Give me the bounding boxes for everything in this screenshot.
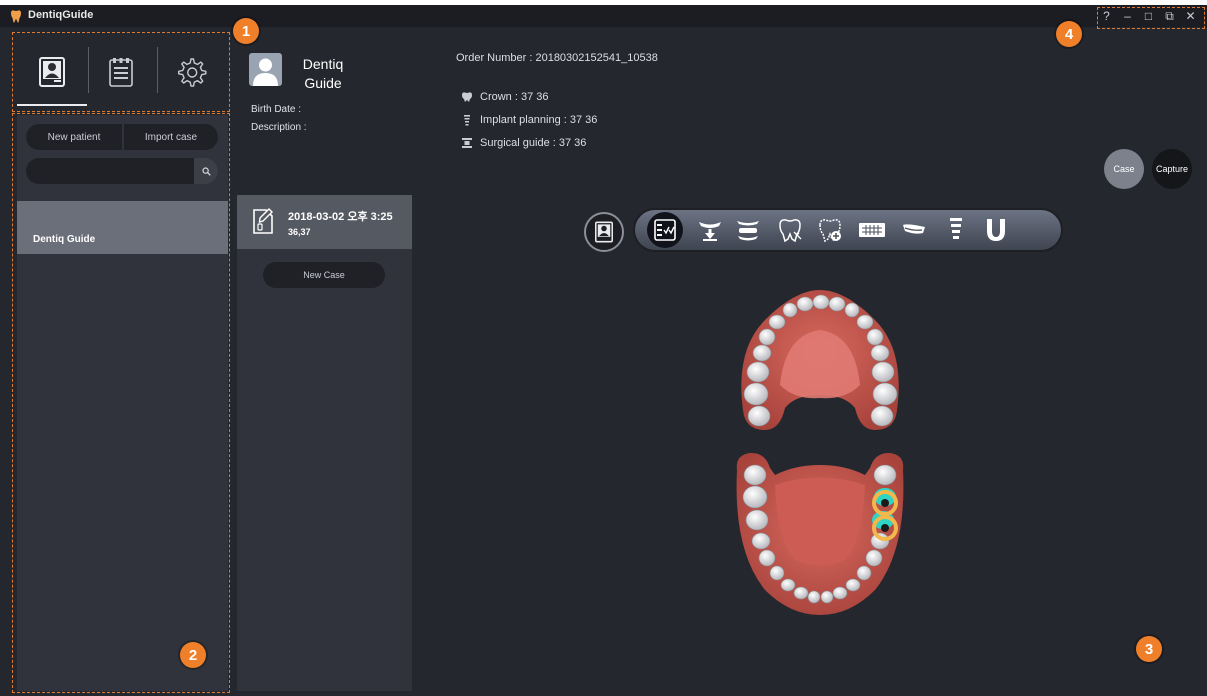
crown-text: Crown : 37 36 [480, 91, 549, 103]
annotation-marker-4: 4 [1056, 21, 1082, 47]
tool-crown-design[interactable] [775, 215, 805, 245]
title-bar: DentiqGuide ? – □ ⧉ ✕ [0, 5, 1207, 27]
case-teeth: 36,37 [288, 227, 311, 237]
case-date: 2018-03-02 오후 3:25 [288, 211, 393, 223]
surgical-guide-info: Surgical guide : 37 36 [461, 137, 586, 149]
lower-arch [736, 452, 904, 615]
implant-info: Implant planning : 37 36 [461, 114, 597, 126]
tool-crown-add[interactable] [815, 215, 845, 245]
tooth-logo-icon [11, 10, 21, 23]
jaw-import-icon [699, 222, 721, 241]
tool-order-checklist[interactable] [647, 212, 683, 248]
app-title: DentiqGuide [28, 9, 94, 21]
tool-implant[interactable] [941, 215, 971, 245]
tool-scan-import[interactable] [695, 215, 725, 245]
tool-alignment[interactable] [733, 215, 763, 245]
tool-panoramic[interactable] [857, 215, 887, 245]
description-label: Description : [251, 122, 307, 133]
patient-last-name: Guide [304, 75, 342, 91]
birth-date-label: Birth Date : [251, 104, 302, 115]
order-number: Order Number : 20180302152541_10538 [456, 52, 658, 64]
annotation-marker-2: 2 [180, 642, 206, 668]
crown-info: Crown : 37 36 [461, 91, 548, 103]
capture-button[interactable]: Capture [1152, 149, 1192, 189]
implant-screw-icon [464, 115, 470, 126]
jaw-align-icon [737, 221, 759, 241]
annotation-box-1 [12, 32, 230, 112]
dental-arch-model [736, 290, 904, 615]
checklist-icon [654, 219, 676, 241]
surgical-guide-icon [462, 138, 472, 148]
patient-info-button[interactable] [584, 212, 624, 252]
patient-card-icon [595, 221, 613, 243]
case-list-item[interactable]: 2018-03-02 오후 3:25 36,37 [237, 195, 412, 249]
avatar [249, 53, 282, 86]
panoramic-icon [859, 223, 885, 237]
patient-first-name: Dentiq [302, 56, 344, 72]
tooth-add-icon [819, 219, 841, 243]
new-case-button[interactable]: New Case [263, 262, 385, 288]
crown-tooth-icon [462, 92, 472, 102]
annotation-box-2 [12, 113, 230, 693]
guide-u-icon [987, 219, 1005, 241]
jaw-nerve-icon [903, 224, 925, 234]
app-window: DentiqGuide ? – □ ⧉ ✕ New patient Import… [0, 5, 1207, 696]
patient-name: Dentiq Guide [290, 55, 356, 93]
case-document-icon [253, 208, 273, 234]
case-list-panel: 2018-03-02 오후 3:25 36,37 New Case [237, 195, 412, 691]
user-avatar-icon [253, 58, 278, 86]
annotation-marker-3: 3 [1136, 636, 1162, 662]
surgical-guide-text: Surgical guide : 37 36 [480, 137, 587, 149]
case-button[interactable]: Case [1104, 149, 1144, 189]
annotation-marker-1: 1 [233, 18, 259, 44]
upper-arch [741, 290, 899, 430]
tool-nerve[interactable] [899, 215, 929, 245]
tooth-outline-icon [779, 219, 802, 243]
annotation-box-4 [1097, 7, 1205, 29]
workflow-toolbar [633, 208, 1063, 252]
implant-text: Implant planning : 37 36 [480, 114, 598, 126]
tool-surgical-guide[interactable] [981, 215, 1011, 245]
implant-screw-icon [950, 218, 962, 239]
